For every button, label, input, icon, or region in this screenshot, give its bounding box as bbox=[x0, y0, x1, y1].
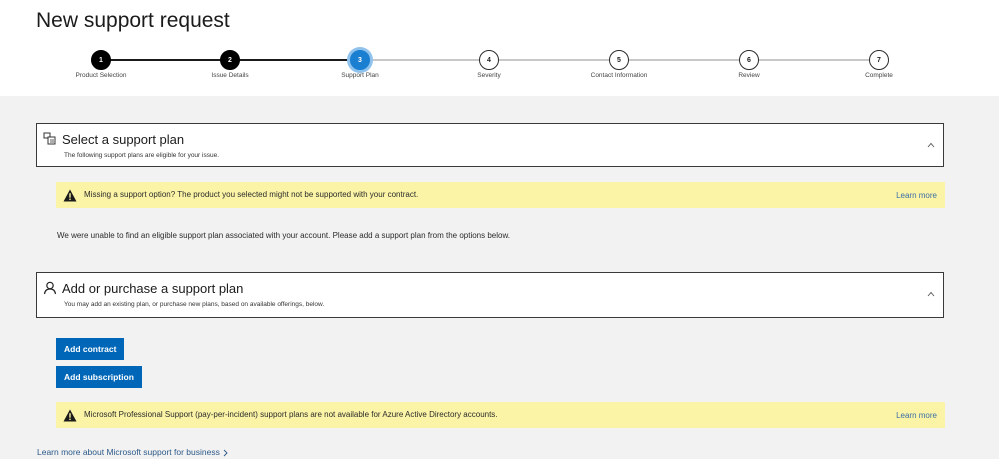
step-connector bbox=[360, 59, 489, 61]
select-support-plan-section[interactable]: Select a support plan The following supp… bbox=[36, 123, 944, 167]
person-icon bbox=[43, 281, 57, 295]
chevron-up-icon[interactable] bbox=[927, 291, 935, 297]
section-subtitle: The following support plans are eligible… bbox=[64, 152, 220, 159]
learn-more-business-support-link[interactable]: Learn more about Microsoft support for b… bbox=[37, 447, 228, 457]
step-number: 6 bbox=[739, 50, 759, 70]
main-content: Select a support plan The following supp… bbox=[0, 96, 999, 459]
section-title: Select a support plan bbox=[62, 132, 185, 147]
warning-banner-pay-per-incident: Microsoft Professional Support (pay-per-… bbox=[56, 402, 945, 428]
footer-link-label: Learn more about Microsoft support for b… bbox=[37, 447, 220, 457]
step-number: 5 bbox=[609, 50, 629, 70]
section-title: Add or purchase a support plan bbox=[62, 281, 244, 296]
section-subtitle: You may add an existing plan, or purchas… bbox=[64, 301, 325, 308]
warning-banner-missing-option: Missing a support option? The product yo… bbox=[56, 182, 945, 208]
learn-more-link[interactable]: Learn more bbox=[896, 411, 937, 420]
warning-text: Missing a support option? The product yo… bbox=[84, 190, 419, 199]
step-label: Review bbox=[738, 72, 760, 79]
progress-stepper: 1 Product Selection 2 Issue Details 3 Su… bbox=[0, 46, 999, 86]
step-connector bbox=[619, 59, 749, 61]
add-contract-button[interactable]: Add contract bbox=[56, 338, 125, 360]
chevron-up-icon[interactable] bbox=[927, 142, 935, 148]
step-label: Severity bbox=[477, 72, 501, 79]
warning-text: Microsoft Professional Support (pay-per-… bbox=[84, 410, 498, 419]
step-number: 4 bbox=[479, 50, 499, 70]
support-plan-icon bbox=[43, 132, 56, 145]
add-subscription-button[interactable]: Add subscription bbox=[56, 366, 142, 388]
step-connector bbox=[230, 59, 360, 61]
step-number: 3 bbox=[350, 50, 370, 70]
warning-icon bbox=[63, 409, 77, 422]
step-connector bbox=[489, 59, 619, 61]
step-label: Support Plan bbox=[341, 72, 379, 79]
step-connector bbox=[749, 59, 879, 61]
step-label: Contact Information bbox=[590, 72, 648, 79]
page-title: New support request bbox=[36, 9, 230, 32]
add-purchase-plan-section[interactable]: Add or purchase a support plan You may a… bbox=[36, 272, 944, 318]
no-plan-message: We were unable to find an eligible suppo… bbox=[57, 231, 511, 240]
step-label: Product Selection bbox=[75, 72, 127, 79]
step-connector bbox=[101, 59, 230, 61]
header-area: New support request 1 Product Selection … bbox=[0, 0, 999, 96]
step-number: 1 bbox=[91, 50, 111, 70]
warning-icon bbox=[63, 189, 77, 202]
step-label: Issue Details bbox=[211, 72, 249, 79]
learn-more-link[interactable]: Learn more bbox=[896, 191, 937, 200]
step-label: Complete bbox=[865, 72, 893, 79]
step-number: 7 bbox=[869, 50, 889, 70]
chevron-right-icon bbox=[223, 449, 228, 457]
step-number: 2 bbox=[220, 50, 240, 70]
